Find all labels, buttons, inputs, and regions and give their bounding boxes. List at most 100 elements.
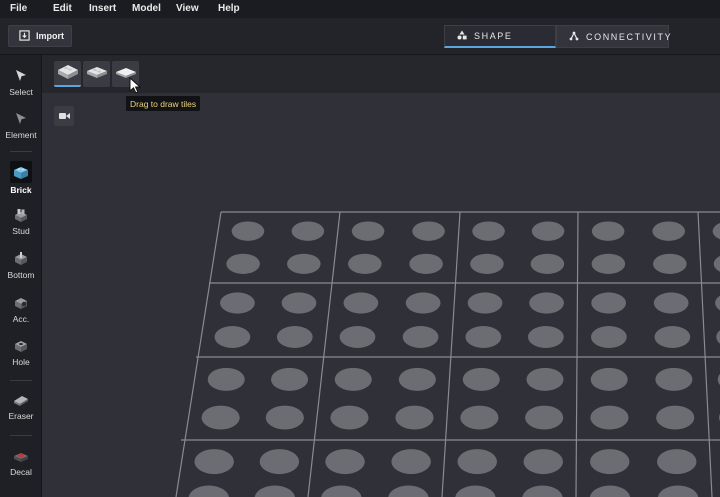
- stud: [214, 326, 251, 349]
- stud: [591, 326, 627, 349]
- grid-line: [575, 211, 579, 497]
- menu-bar: File Edit Insert Model View Help: [0, 0, 720, 18]
- tool-accessory[interactable]: Acc.: [0, 294, 42, 324]
- import-icon: [19, 29, 30, 43]
- tab-connectivity[interactable]: CONNECTIVITY: [556, 25, 671, 48]
- stud: [591, 292, 627, 314]
- stud: [398, 367, 436, 391]
- stud: [265, 405, 304, 430]
- mode-tabs: SHAPE CONNECTIVITY: [444, 25, 671, 48]
- mouse-pointer-icon: [129, 77, 142, 94]
- menu-insert[interactable]: Insert: [89, 3, 116, 14]
- stud: [194, 449, 234, 475]
- brick-grid[interactable]: [42, 93, 720, 497]
- stud: [470, 253, 504, 274]
- stud: [281, 292, 317, 314]
- camera-button[interactable]: [54, 106, 74, 126]
- stud: [291, 221, 325, 241]
- stud: [472, 221, 505, 241]
- menu-help[interactable]: Help: [218, 3, 240, 14]
- tool-separator: [10, 435, 32, 436]
- stud: [467, 292, 503, 314]
- tab-shape-label: SHAPE: [474, 31, 513, 41]
- tool-stud[interactable]: Stud: [0, 206, 42, 236]
- stud: [656, 405, 695, 430]
- stud: [226, 253, 260, 274]
- video-camera-icon: [58, 107, 70, 125]
- tool-decal[interactable]: Decal: [0, 447, 42, 477]
- stud: [652, 221, 685, 241]
- tool-separator: [10, 380, 32, 381]
- tool-select[interactable]: Select: [0, 67, 42, 97]
- stud: [343, 292, 379, 314]
- tool-hole[interactable]: Hole: [0, 337, 42, 367]
- stud: [590, 367, 628, 391]
- tool-hole-label: Hole: [12, 357, 30, 367]
- import-label: Import: [36, 31, 64, 41]
- stud: [657, 449, 697, 475]
- stud-icon: [12, 206, 30, 224]
- menu-edit[interactable]: Edit: [53, 3, 72, 14]
- stud: [655, 367, 693, 391]
- cursor-arrow-icon: [12, 67, 30, 85]
- stud: [254, 485, 295, 497]
- tool-brick[interactable]: Brick: [0, 161, 42, 195]
- tool-accessory-label: Acc.: [12, 314, 30, 324]
- stud: [276, 326, 313, 349]
- stud: [259, 449, 300, 475]
- menu-file[interactable]: File: [10, 3, 27, 14]
- stud: [529, 292, 564, 314]
- stud: [713, 255, 720, 272]
- stud: [522, 485, 563, 497]
- stud: [412, 221, 445, 241]
- eraser-icon: [12, 391, 30, 409]
- stud: [334, 367, 372, 391]
- menu-view[interactable]: View: [176, 3, 199, 14]
- stud: [465, 326, 502, 349]
- tool-bottom[interactable]: Bottom: [0, 250, 42, 280]
- grid-line: [441, 211, 461, 497]
- stud: [589, 485, 631, 497]
- stud: [653, 292, 689, 314]
- tool-brick-label: Brick: [10, 185, 32, 195]
- plate-variant-button[interactable]: [83, 61, 110, 87]
- stud: [657, 485, 699, 497]
- menu-model[interactable]: Model: [132, 3, 161, 14]
- stud: [715, 295, 720, 311]
- grid-line: [697, 211, 713, 497]
- tool-eraser-label: Eraser: [8, 411, 34, 421]
- stud: [590, 405, 629, 430]
- brick-variant-button[interactable]: [54, 61, 81, 87]
- import-button[interactable]: Import: [8, 25, 72, 47]
- bottom-icon: [12, 250, 30, 268]
- plate-variant-icon: [85, 64, 109, 85]
- tool-element[interactable]: Element: [0, 110, 42, 140]
- stud: [405, 292, 441, 314]
- stud: [351, 221, 385, 241]
- stud: [591, 253, 626, 274]
- tool-separator: [10, 151, 32, 152]
- stud: [525, 405, 564, 430]
- stud: [330, 405, 369, 430]
- tab-shape[interactable]: SHAPE: [444, 25, 556, 48]
- accessory-icon: [12, 294, 30, 312]
- tool-element-label: Element: [5, 130, 37, 140]
- stud: [462, 367, 500, 391]
- stud: [188, 485, 229, 497]
- stud: [455, 485, 496, 497]
- tool-decal-label: Decal: [10, 467, 32, 477]
- stud: [207, 367, 245, 391]
- stud: [457, 449, 497, 475]
- stud: [590, 449, 630, 475]
- stud: [391, 449, 431, 475]
- 3d-viewport[interactable]: [42, 93, 720, 497]
- stud: [523, 449, 563, 475]
- stud: [325, 449, 365, 475]
- stud: [388, 485, 429, 497]
- stud: [395, 405, 434, 430]
- stud: [220, 292, 255, 314]
- hole-icon: [12, 337, 30, 355]
- stud: [287, 253, 321, 274]
- tool-eraser[interactable]: Eraser: [0, 391, 42, 421]
- stud: [460, 405, 499, 430]
